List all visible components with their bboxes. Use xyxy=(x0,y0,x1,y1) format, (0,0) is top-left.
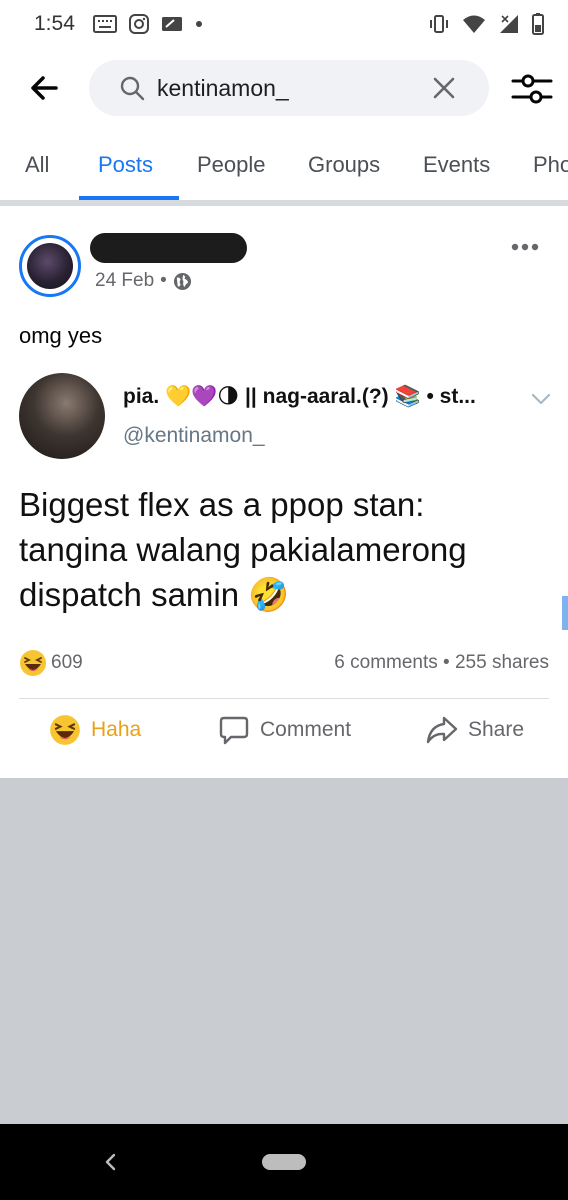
haha-button[interactable]: Haha xyxy=(49,714,141,746)
status-left: 1:54 xyxy=(34,12,203,36)
tweet-display-name: pia. 💛💜🌗 || nag-aaral.(?) 📚 • st... xyxy=(123,385,476,408)
redacted-author-name xyxy=(90,233,247,263)
tab-groups[interactable]: Groups xyxy=(308,152,380,178)
post-meta: 24 Feb • xyxy=(95,270,192,292)
tab-all[interactable]: All xyxy=(25,152,49,178)
haha-label: Haha xyxy=(91,718,142,741)
chevron-down-icon xyxy=(531,393,551,405)
search-header: kentinamon_ xyxy=(0,48,568,130)
status-right xyxy=(428,13,544,35)
tweet-avatar xyxy=(19,373,105,459)
nav-home-pill[interactable] xyxy=(262,1154,306,1170)
share-button[interactable]: Share xyxy=(426,714,524,746)
post-date[interactable]: 24 Feb xyxy=(95,270,154,292)
active-tab-indicator xyxy=(79,196,179,200)
globe-icon xyxy=(173,272,191,290)
vibrate-icon xyxy=(430,15,448,33)
comment-label: Comment xyxy=(260,718,352,741)
wifi-icon xyxy=(463,15,485,33)
search-tabs: All Posts People Groups Events Pho xyxy=(0,130,568,206)
tweet-handle: @kentinamon_ xyxy=(123,424,265,447)
divider xyxy=(19,698,549,699)
status-time: 1:54 xyxy=(34,12,75,35)
signal-icon xyxy=(500,15,518,33)
search-input[interactable]: kentinamon_ xyxy=(89,60,489,116)
comments-shares: 6 comments • 255 shares xyxy=(334,652,549,674)
more-options-icon[interactable] xyxy=(511,242,539,252)
share-icon xyxy=(426,716,458,744)
reaction-count[interactable]: 609 xyxy=(51,652,83,674)
haha-reaction-icon[interactable] xyxy=(19,649,47,677)
clear-icon[interactable] xyxy=(431,75,457,101)
search-icon xyxy=(120,76,145,101)
share-label: Share xyxy=(468,718,525,741)
post-actions: Haha Comment Share xyxy=(0,700,568,770)
tab-events[interactable]: Events xyxy=(423,152,490,178)
search-query[interactable]: kentinamon_ xyxy=(157,75,431,102)
comment-icon xyxy=(219,716,249,745)
author-avatar[interactable] xyxy=(19,235,81,297)
comments-count[interactable]: 6 comments xyxy=(334,652,437,673)
notification-icons xyxy=(92,14,203,34)
keyboard-icon xyxy=(92,15,117,33)
battery-icon xyxy=(532,13,544,35)
system-nav-bar xyxy=(0,1124,568,1200)
tab-photos[interactable]: Pho xyxy=(533,152,568,178)
meta-separator: • xyxy=(160,270,167,291)
status-bar: 1:54 xyxy=(0,0,568,48)
instagram-icon xyxy=(128,14,149,34)
post-card: 24 Feb • omg yes pia. 💛💜🌗 || nag-aaral.(… xyxy=(0,206,568,778)
nav-back-icon[interactable] xyxy=(103,1153,117,1171)
shares-count[interactable]: 255 shares xyxy=(455,652,549,673)
ticket-icon xyxy=(161,17,182,31)
tab-people[interactable]: People xyxy=(197,152,266,178)
dot-icon xyxy=(195,21,202,27)
engagement-counts: 609 6 comments • 255 shares xyxy=(19,649,549,679)
tab-posts[interactable]: Posts xyxy=(98,152,153,178)
filter-icon[interactable] xyxy=(511,70,553,108)
author-avatar-image xyxy=(27,243,73,289)
counts-separator: • xyxy=(443,652,450,673)
post-text: omg yes xyxy=(19,323,103,348)
scrollbar-thumb[interactable] xyxy=(562,596,568,630)
comment-button[interactable]: Comment xyxy=(218,714,351,746)
tweet-body: Biggest flex as a ppop stan: tangina wal… xyxy=(19,486,467,613)
haha-emoji-icon xyxy=(50,715,80,745)
back-arrow-icon[interactable] xyxy=(28,72,60,104)
